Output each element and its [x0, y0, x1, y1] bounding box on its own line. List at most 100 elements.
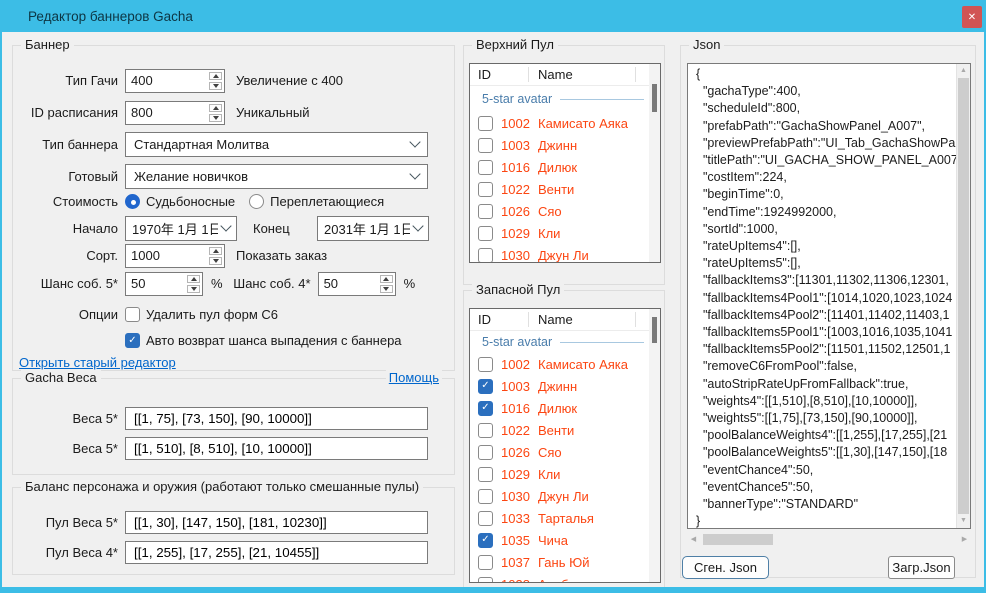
- row-checkbox[interactable]: [478, 489, 493, 504]
- upper-pool-list: ID Name 5-star avatar 1002Камисато Аяка1…: [469, 63, 661, 263]
- json-horizontal-scrollbar[interactable]: [687, 533, 971, 546]
- row-checkbox[interactable]: [478, 357, 493, 372]
- pool-row[interactable]: 1026Сяо: [470, 441, 660, 463]
- pool-row[interactable]: 1002Камисато Аяка: [470, 353, 660, 375]
- scroll-up-icon[interactable]: [957, 64, 970, 78]
- banner-type-select[interactable]: Стандартная Молитва: [125, 132, 428, 157]
- row-id: 1029: [501, 226, 531, 241]
- gacha-type-stepper[interactable]: [125, 69, 225, 93]
- row-checkbox[interactable]: [478, 160, 493, 175]
- end-date-label: Конец: [253, 221, 317, 236]
- row-checkbox[interactable]: [478, 248, 493, 263]
- spin-up-button[interactable]: [209, 72, 222, 80]
- row-checkbox[interactable]: [478, 379, 493, 394]
- chance-row: Шанс соб. 5* % Шанс соб. 4*: [13, 271, 454, 296]
- sort-stepper[interactable]: [125, 244, 225, 268]
- pool-row[interactable]: 1022Венти: [470, 419, 660, 441]
- chance4-stepper[interactable]: [318, 272, 396, 296]
- close-button[interactable]: ✕: [962, 6, 982, 28]
- spin-down-button[interactable]: [187, 285, 200, 293]
- row-checkbox[interactable]: [478, 445, 493, 460]
- row-checkbox[interactable]: [478, 204, 493, 219]
- preset-select[interactable]: Желание новичков: [125, 164, 428, 189]
- json-vertical-scrollbar[interactable]: [956, 64, 970, 528]
- upper-pool-scrollbar[interactable]: [649, 64, 660, 262]
- load-json-button[interactable]: Загр.Json: [888, 556, 955, 579]
- pool-weights5-row: Пул Веса 5*: [13, 510, 454, 535]
- pool-row[interactable]: 1026Сяо: [470, 200, 660, 222]
- scrollbar-thumb[interactable]: [652, 84, 657, 112]
- cost-radio-intertwined[interactable]: [249, 194, 264, 209]
- row-checkbox[interactable]: [478, 138, 493, 153]
- chance5-input[interactable]: [126, 273, 185, 295]
- end-date-picker[interactable]: 2031年 1月 1日: [317, 216, 429, 241]
- arrow-down-icon: [383, 287, 389, 291]
- spin-down-button[interactable]: [209, 82, 222, 90]
- pool-row[interactable]: 1030Джун Ли: [470, 485, 660, 507]
- generate-json-button[interactable]: Сген. Json: [682, 556, 769, 579]
- schedule-id-label: ID расписания: [13, 105, 118, 120]
- pool-row[interactable]: 1003Джинн: [470, 375, 660, 397]
- pool-row[interactable]: 1003Джинн: [470, 134, 660, 156]
- spin-down-button[interactable]: [380, 285, 393, 293]
- help-link[interactable]: Помощь: [386, 370, 442, 386]
- spin-down-button[interactable]: [209, 114, 222, 122]
- banner-group-title: Баннер: [21, 37, 74, 53]
- pool-row[interactable]: 1029Кли: [470, 463, 660, 485]
- gacha-type-input[interactable]: [126, 70, 207, 92]
- scrollbar-thumb[interactable]: [703, 534, 773, 545]
- row-checkbox[interactable]: [478, 182, 493, 197]
- row-checkbox[interactable]: [478, 555, 493, 570]
- auto-return-checkbox[interactable]: [125, 333, 140, 348]
- row-checkbox[interactable]: [478, 533, 493, 548]
- scroll-down-icon[interactable]: [957, 514, 970, 528]
- begin-date-picker[interactable]: 1970年 1月 1日: [125, 216, 237, 241]
- cost-radio-fate[interactable]: [125, 194, 140, 209]
- row-checkbox[interactable]: [478, 401, 493, 416]
- pool-row[interactable]: 1033Тарталья: [470, 507, 660, 529]
- pool-row[interactable]: 1002Камисато Аяка: [470, 112, 660, 134]
- chance4-input[interactable]: [319, 273, 378, 295]
- spin-up-button[interactable]: [209, 104, 222, 112]
- weights5-input-1[interactable]: [125, 407, 428, 430]
- row-checkbox[interactable]: [478, 511, 493, 526]
- remove-c6-checkbox[interactable]: [125, 307, 140, 322]
- pool-weights4-input[interactable]: [125, 541, 428, 564]
- pool-row[interactable]: 1037Гань Юй: [470, 551, 660, 573]
- upper-pool-header: ID Name: [470, 64, 660, 86]
- row-checkbox[interactable]: [478, 423, 493, 438]
- schedule-id-input[interactable]: [126, 102, 207, 124]
- json-textarea[interactable]: { "gachaType":400, "scheduleId":800, "pr…: [687, 63, 971, 529]
- cost-row: Стоимость Судьбоносные Переплетающиеся: [13, 189, 454, 214]
- scrollbar-thumb[interactable]: [958, 78, 969, 514]
- scrollbar-thumb[interactable]: [652, 317, 657, 343]
- spin-down-button[interactable]: [209, 257, 222, 265]
- scroll-left-icon[interactable]: [687, 533, 700, 546]
- spin-up-button[interactable]: [187, 275, 200, 283]
- scroll-right-icon[interactable]: [958, 533, 971, 546]
- pool-row[interactable]: 1029Кли: [470, 222, 660, 244]
- pool-row[interactable]: 1035Чича: [470, 529, 660, 551]
- chance5-stepper[interactable]: [125, 272, 203, 296]
- pool-row[interactable]: 1016Дилюк: [470, 156, 660, 178]
- arrow-up-icon: [191, 277, 197, 281]
- row-checkbox[interactable]: [478, 226, 493, 241]
- row-checkbox[interactable]: [478, 116, 493, 131]
- five-star-separator: 5-star avatar: [470, 86, 660, 112]
- app-window: Редактор баннеров Gacha ✕ Баннер Тип Гач…: [0, 0, 986, 593]
- row-checkbox[interactable]: [478, 577, 493, 584]
- pool-weights5-input[interactable]: [125, 511, 428, 534]
- sort-input[interactable]: [126, 245, 207, 267]
- spin-up-button[interactable]: [380, 275, 393, 283]
- open-old-editor-link[interactable]: Открыть старый редактор: [19, 355, 176, 370]
- pool-balance-group-title: Баланс персонажа и оружия (работают толь…: [21, 479, 423, 495]
- pool-row[interactable]: 1030Джун Ли: [470, 244, 660, 263]
- pool-row[interactable]: 1016Дилюк: [470, 397, 660, 419]
- pool-row[interactable]: 1022Венти: [470, 178, 660, 200]
- pool-row[interactable]: 1038Альбедо: [470, 573, 660, 583]
- weights5-input-2[interactable]: [125, 437, 428, 460]
- spin-up-button[interactable]: [209, 247, 222, 255]
- reserve-pool-scrollbar[interactable]: [649, 309, 660, 582]
- schedule-id-stepper[interactable]: [125, 101, 225, 125]
- row-checkbox[interactable]: [478, 467, 493, 482]
